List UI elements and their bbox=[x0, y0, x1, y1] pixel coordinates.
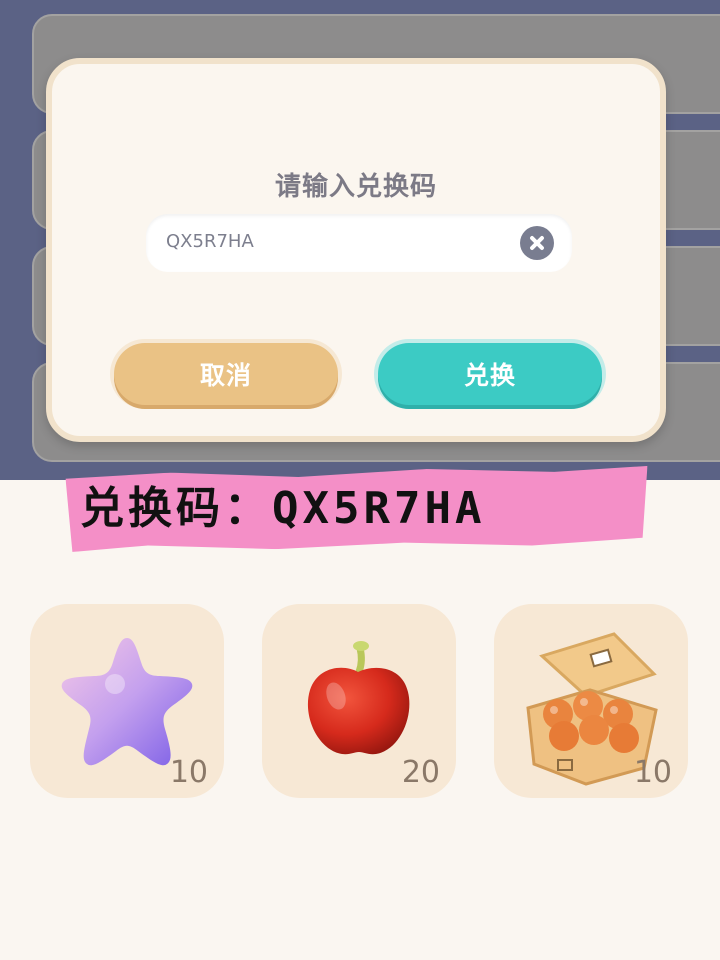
reward-quantity: 10 bbox=[633, 755, 672, 790]
clear-icon[interactable] bbox=[520, 226, 554, 260]
reward-quantity: 10 bbox=[169, 755, 208, 790]
cancel-button[interactable]: 取消 bbox=[114, 343, 338, 405]
redeem-code-value[interactable]: QX5R7HA bbox=[166, 231, 254, 252]
redeem-code-dialog: 请输入兑换码 QX5R7HA 取消 兑换 bbox=[46, 58, 666, 442]
dialog-title: 请输入兑换码 bbox=[274, 172, 437, 202]
reward-tile-egg-carton: 10 bbox=[494, 604, 688, 798]
reward-quantity: 20 bbox=[401, 755, 440, 790]
redeem-button[interactable]: 兑换 bbox=[378, 343, 602, 405]
caption-text: 兑换码：QX5R7HA bbox=[80, 483, 486, 534]
redeem-code-input[interactable]: QX5R7HA bbox=[146, 214, 572, 272]
reward-tile-star: 10 bbox=[30, 604, 224, 798]
reward-tile-apple: 20 bbox=[262, 604, 456, 798]
